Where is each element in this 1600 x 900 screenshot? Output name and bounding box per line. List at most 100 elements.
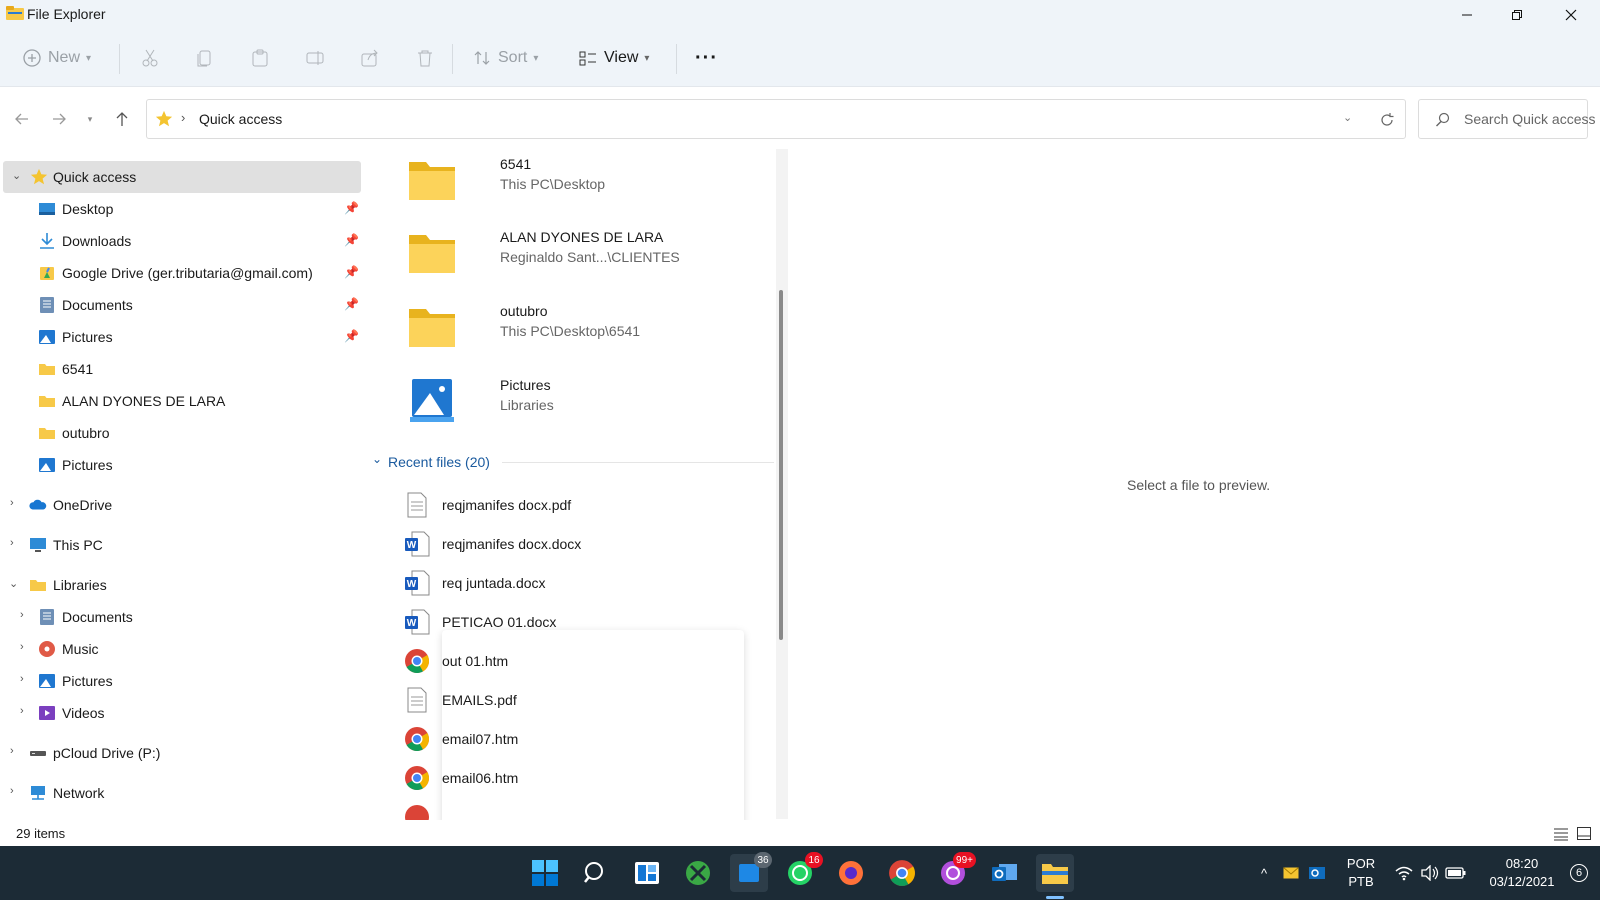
file-explorer-icon [6,6,24,20]
scissors-icon [142,49,158,67]
quick-item-name: outubro [500,303,548,319]
start-button[interactable] [526,854,564,892]
quick-item-6541[interactable]: 6541 This PC\Desktop [400,150,780,220]
mail-tray-icon[interactable] [1280,846,1302,900]
nav-lib-videos[interactable]: › Videos [0,697,364,729]
outlook-tray-icon[interactable] [1306,846,1328,900]
refresh-icon[interactable] [1379,112,1395,128]
clock[interactable]: 08:20 03/12/2021 [1482,846,1562,900]
volume-icon[interactable] [1418,846,1442,900]
more-options-button[interactable]: ··· [695,40,718,76]
widgets-button[interactable] [628,854,666,892]
tiles-view-icon[interactable] [1576,826,1592,842]
nav-item-label: Downloads [62,233,132,249]
mail-app-button[interactable]: 36 [730,852,772,892]
file-explorer-taskbar-button[interactable] [1036,854,1074,892]
header-divider [502,462,774,463]
chevron-right-icon: › [20,673,24,685]
quick-item-outubro[interactable]: outubro This PC\Desktop\6541 [400,297,780,367]
recent-locations-button[interactable]: ▾ [78,107,102,131]
breadcrumb-quick-access[interactable]: Quick access [199,111,282,127]
address-dropdown-icon[interactable]: ⌄ [1343,111,1352,124]
nav-item-pictures[interactable]: Pictures 📌 [0,321,364,353]
nav-item-label: Pictures [62,457,113,473]
whatsapp-button[interactable]: 16 [781,852,823,892]
details-view-icon[interactable] [1553,827,1569,841]
address-bar[interactable]: › Quick access ⌄ [146,99,1406,139]
chevron-right-icon: › [10,745,14,757]
input-language-indicator[interactable]: POR PTB [1338,846,1384,900]
firefox-button[interactable] [832,854,870,892]
chrome-icon [405,649,430,674]
chrome-button[interactable] [883,854,921,892]
nav-lib-music[interactable]: › Music [0,633,364,665]
rename-button[interactable] [305,40,325,76]
outlook-button[interactable] [985,854,1023,892]
up-button[interactable] [110,107,134,131]
minimize-button[interactable] [1442,0,1492,30]
nav-item-label: ALAN DYONES DE LARA [62,393,226,409]
nav-lib-pictures[interactable]: › Pictures [0,665,364,697]
clock-date: 03/12/2021 [1489,874,1555,889]
show-hidden-icons-button[interactable]: ^ [1254,846,1274,900]
recent-file-row[interactable]: reqjmanifes docx.pdf [404,486,744,524]
battery-icon[interactable] [1444,846,1468,900]
app-badge-button[interactable]: 99+ [934,852,976,892]
search-placeholder: Search Quick access [1464,111,1596,127]
recent-file-row[interactable]: email06.htm [404,759,744,797]
nav-item-downloads[interactable]: Downloads 📌 [0,225,364,257]
svg-text:W: W [407,579,417,590]
nav-pcloud-drive[interactable]: › pCloud Drive (P:) [0,737,364,769]
recent-file-row[interactable]: EMAILS.pdf [404,681,744,719]
forward-button[interactable] [47,107,71,131]
recent-file-row[interactable]: W req juntada.docx [404,564,744,602]
taskbar-search-button[interactable] [577,854,615,892]
nav-this-pc[interactable]: › This PC [0,529,364,561]
nav-libraries[interactable]: ⌄ Libraries [0,569,364,601]
nav-item-label: Videos [62,705,105,721]
nav-lib-documents[interactable]: › Documents [0,601,364,633]
nav-quick-access[interactable]: ⌄ Quick access [3,161,361,193]
restore-button[interactable] [1492,0,1542,30]
back-button[interactable] [10,107,34,131]
notification-center-button[interactable]: 6 [1566,846,1592,900]
quick-item-pictures[interactable]: Pictures Libraries [400,371,780,441]
sort-button[interactable]: Sort ▾ [472,40,538,76]
nav-item-desktop[interactable]: Desktop 📌 [0,193,364,225]
search-icon [584,862,603,883]
svg-text:W: W [407,540,417,551]
recent-file-row[interactable]: W reqjmanifes docx.docx [404,525,744,563]
recent-files-header[interactable]: ⌄ Recent files (20) [372,452,776,472]
recent-file-row-partial[interactable] [404,798,744,820]
nav-libraries-label: Libraries [53,577,107,593]
quick-item-alan-dyones[interactable]: ALAN DYONES DE LARA Reginaldo Sant...\CL… [400,223,780,293]
new-button[interactable]: New ▾ [22,40,91,76]
recent-file-row[interactable]: email07.htm [404,720,744,758]
close-button[interactable] [1546,0,1596,30]
nav-item-label: Music [62,641,99,657]
recent-file-row[interactable]: out 01.htm [404,642,744,680]
scrollbar-thumb[interactable] [779,290,783,640]
documents-icon [40,297,54,313]
toolbar-divider [452,44,453,74]
view-button[interactable]: View ▾ [578,40,649,76]
delete-button[interactable] [415,40,435,76]
nav-item-google-drive[interactable]: Google Drive (ger.tributaria@gmail.com) … [0,257,364,289]
paste-button[interactable] [250,40,270,76]
nav-item-6541[interactable]: 6541 [0,353,364,385]
pin-icon: 📌 [344,201,359,215]
nav-item-alan-dyones[interactable]: ALAN DYONES DE LARA [0,385,364,417]
app-green-button[interactable] [679,854,717,892]
share-button[interactable] [360,40,380,76]
copy-button[interactable] [195,40,215,76]
nav-network[interactable]: › Network [0,777,364,809]
nav-item-outubro[interactable]: outubro [0,417,364,449]
cut-button[interactable] [140,40,160,76]
nav-item-pictures-recent[interactable]: Pictures [0,449,364,481]
search-box[interactable]: Search Quick access [1418,99,1596,139]
wifi-icon[interactable] [1392,846,1416,900]
svg-text:W: W [407,618,417,629]
nav-item-documents[interactable]: Documents 📌 [0,289,364,321]
content-scrollbar[interactable] [776,149,788,819]
nav-onedrive[interactable]: › OneDrive [0,489,364,521]
